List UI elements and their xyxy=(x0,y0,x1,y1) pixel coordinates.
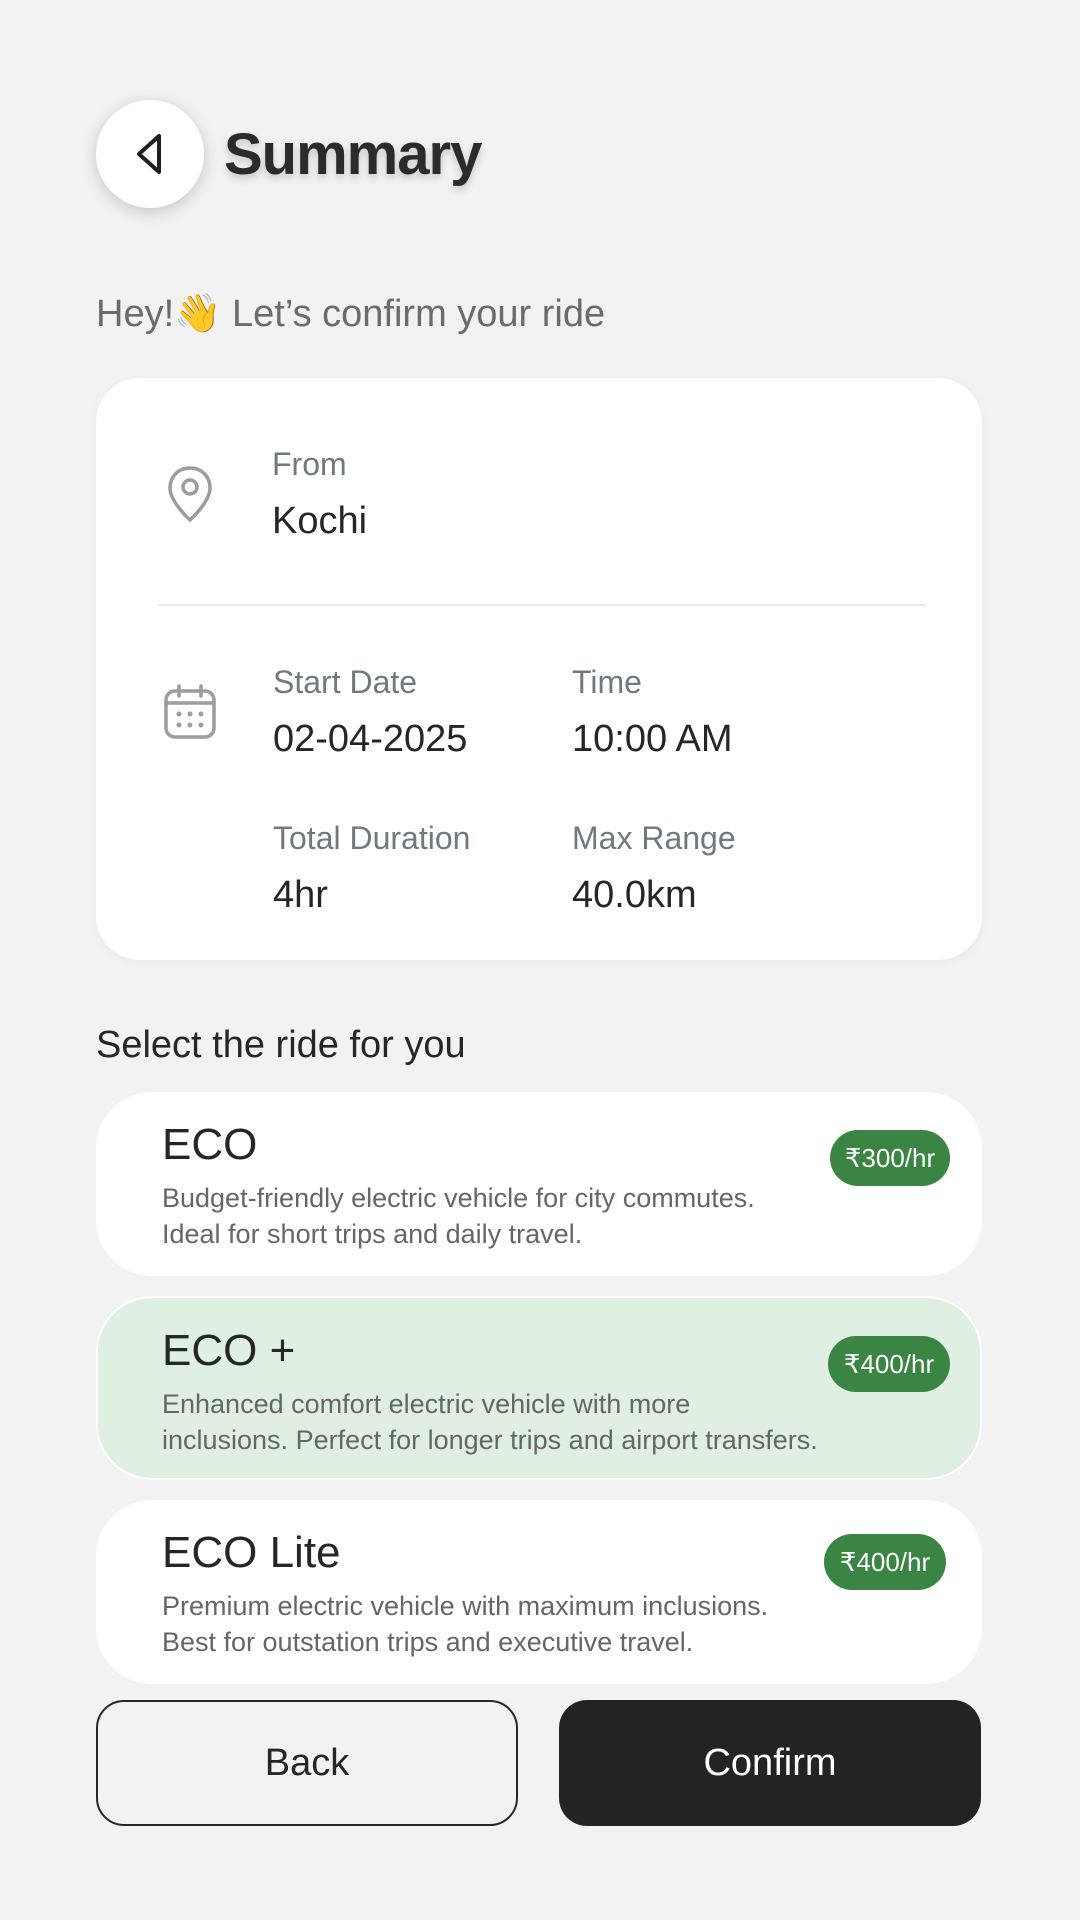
ride-description-line: Best for outstation trips and executive … xyxy=(162,1627,694,1657)
start-date-label: Start Date xyxy=(273,664,418,700)
ride-option-eco[interactable]: ECO Budget-friendly electric vehicle for… xyxy=(96,1092,982,1276)
time-value: 10:00 AM xyxy=(572,718,733,760)
ride-option-eco-plus[interactable]: ECO + Enhanced comfort electric vehicle … xyxy=(96,1296,982,1480)
ride-description-line: Enhanced comfort electric vehicle with m… xyxy=(162,1389,691,1419)
ride-description-line: Ideal for short trips and daily travel. xyxy=(162,1219,583,1249)
header: Summary xyxy=(96,100,482,208)
ride-name: ECO xyxy=(162,1120,258,1169)
duration-label: Total Duration xyxy=(273,820,471,856)
greeting-text: Hey!👋 Let’s confirm your ride xyxy=(96,293,606,335)
from-value: Kochi xyxy=(272,500,368,542)
ride-name: ECO + xyxy=(162,1326,296,1375)
calendar-icon xyxy=(160,682,220,742)
ride-description: Premium electric vehicle with maximum in… xyxy=(162,1588,852,1660)
price-badge: ₹400/hr xyxy=(828,1336,950,1392)
time-label: Time xyxy=(572,664,642,700)
duration-value: 4hr xyxy=(273,874,328,916)
confirm-button[interactable]: Confirm xyxy=(559,1700,981,1826)
ride-summary-card: From Kochi Start Date 02-04-2025 Time 10… xyxy=(96,378,982,960)
max-range-label: Max Range xyxy=(572,820,736,856)
location-pin-icon xyxy=(160,464,220,524)
price-badge: ₹400/hr xyxy=(824,1534,946,1590)
ride-name: ECO Lite xyxy=(162,1528,341,1577)
price-badge: ₹300/hr xyxy=(830,1130,950,1186)
back-button[interactable]: Back xyxy=(96,1700,518,1826)
ride-description-line: Budget-friendly electric vehicle for cit… xyxy=(162,1183,755,1213)
summary-screen: Summary Hey!👋 Let’s confirm your ride Fr… xyxy=(0,0,1080,1920)
start-date-value: 02-04-2025 xyxy=(273,718,468,760)
ride-description-line: inclusions. Perfect for longer trips and… xyxy=(162,1425,818,1455)
ride-option-eco-lite[interactable]: ECO Lite Premium electric vehicle with m… xyxy=(96,1500,982,1684)
ride-section-heading: Select the ride for you xyxy=(96,1024,466,1066)
max-range-value: 40.0km xyxy=(572,874,697,916)
ride-description-line: Premium electric vehicle with maximum in… xyxy=(162,1591,769,1621)
back-nav-button[interactable] xyxy=(96,100,204,208)
ride-description: Budget-friendly electric vehicle for cit… xyxy=(162,1180,852,1252)
page-title: Summary xyxy=(224,121,482,187)
chevron-left-icon xyxy=(137,134,161,174)
ride-description: Enhanced comfort electric vehicle with m… xyxy=(162,1386,882,1458)
divider xyxy=(158,604,926,606)
from-label: From xyxy=(272,446,347,482)
